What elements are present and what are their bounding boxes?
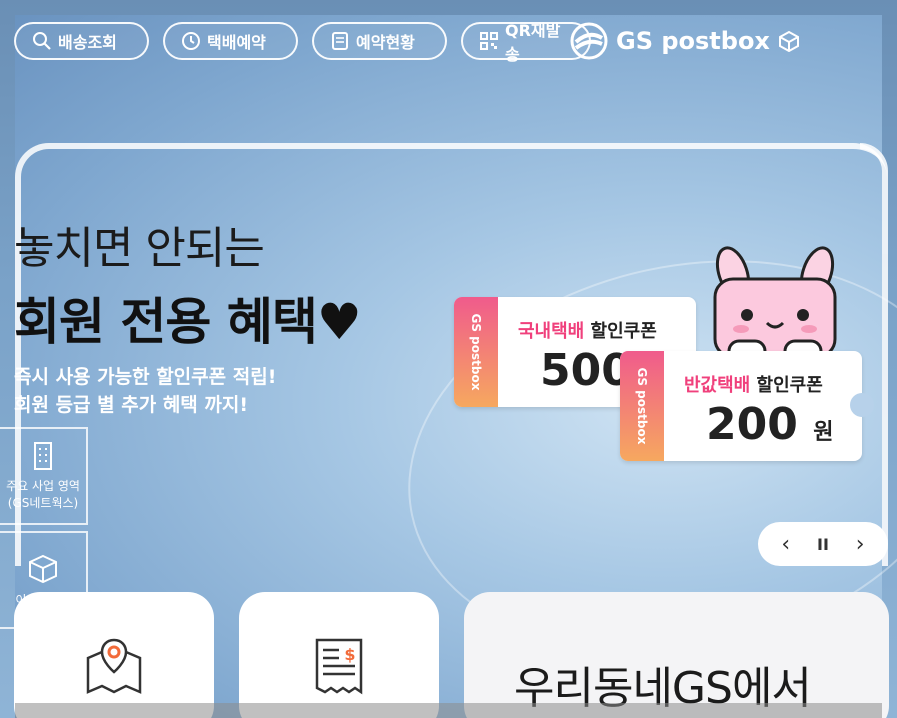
nav-status-button[interactable]: 예약현황 (312, 22, 447, 60)
top-nav: 배송조회 택배예약 예약현황 QR재발송 (14, 21, 591, 64)
nav-status-label: 예약현황 (356, 33, 415, 52)
coupon-title: 국내택배 할인쿠폰 (518, 317, 657, 343)
map-pin-icon (86, 638, 142, 694)
svg-text:$: $ (344, 645, 355, 664)
promo-banner-edge (860, 143, 888, 566)
bottom-strip (15, 703, 882, 718)
coupon-stub: GS postbox (454, 297, 498, 407)
nav-qr-label: QR재발송 (505, 21, 561, 64)
slider-controls: ‹ II › (758, 522, 888, 566)
coupon-notch (850, 393, 874, 417)
gs-postbox-logo[interactable]: GS postbox (570, 22, 800, 60)
document-icon (330, 31, 350, 51)
coupon-title: 반값택배 할인쿠폰 (684, 371, 823, 397)
pause-slide-button[interactable]: II (817, 535, 829, 554)
receipt-icon: $ (315, 638, 363, 695)
coupon-title-pink: 반값택배 (684, 375, 751, 396)
qr-icon (479, 31, 499, 51)
box-icon (29, 554, 57, 583)
search-icon (32, 31, 52, 51)
banner-headline-1: 놓치면 안되는 (14, 223, 265, 274)
card-store-finder[interactable] (14, 592, 214, 718)
card-fee-info[interactable]: $ (239, 592, 439, 718)
coupon-amount: 500 (540, 345, 632, 396)
card-neighborhood-gs[interactable]: 우리동네GS에서 (464, 592, 889, 718)
coupon-stub-label: GS postbox (635, 367, 649, 445)
nav-reserve-label: 택배예약 (207, 33, 266, 52)
banner-subtext-2: 회원 등급 별 추가 혜택 까지! (14, 394, 249, 416)
nav-track-button[interactable]: 배송조회 (14, 22, 149, 60)
coupon-amount-value: 500 (540, 345, 632, 396)
coupon-half-price: GS postbox 반값택배 할인쿠폰 200 원 (620, 351, 862, 461)
clock-icon (181, 31, 201, 51)
next-slide-button[interactable]: › (856, 532, 865, 557)
prev-slide-button[interactable]: ‹ (781, 532, 790, 557)
cube-icon (778, 30, 799, 52)
coupon-title-black: 할인쿠폰 (590, 321, 657, 342)
coupon-stub: GS postbox (620, 351, 664, 461)
coupon-title-black: 할인쿠폰 (756, 375, 823, 396)
banner-headline-2: 회원 전용 혜택♥ (14, 293, 362, 351)
coupon-amount-value: 200 (706, 399, 798, 450)
nav-reserve-button[interactable]: 택배예약 (163, 22, 298, 60)
coupon-stub-label: GS postbox (469, 313, 483, 391)
banner-subtext-1: 즉시 사용 가능한 할인쿠폰 적립! (14, 366, 277, 388)
side-business-label: 주요 사업 영역 (GS네트웍스) (6, 477, 80, 511)
gs-swirl-icon (570, 22, 608, 60)
coupon-amount: 200 원 (706, 399, 833, 450)
coupon-amount-unit: 원 (813, 420, 834, 445)
side-business-label-2: (GS네트웍스) (7, 496, 79, 510)
logo-text: GS postbox (616, 27, 770, 55)
side-business-label-1: 주요 사업 영역 (6, 479, 80, 493)
building-icon (34, 442, 52, 470)
side-business-area[interactable]: 주요 사업 영역 (GS네트웍스) (0, 427, 88, 525)
bunny-mascot-icon (713, 246, 837, 363)
nav-track-label: 배송조회 (58, 33, 117, 52)
coupon-title-pink: 국내택배 (518, 321, 585, 342)
